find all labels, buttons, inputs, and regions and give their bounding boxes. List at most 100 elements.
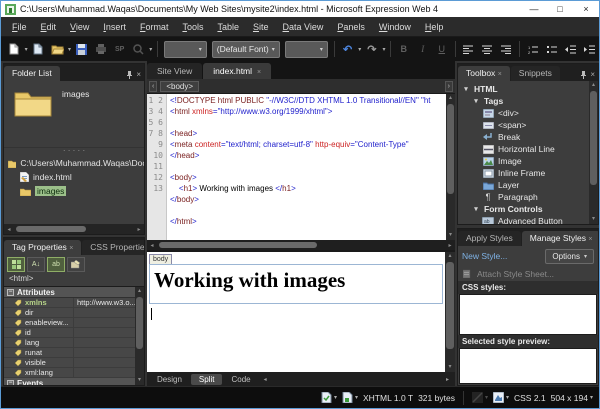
close-button[interactable]: × — [573, 1, 599, 17]
toolbox-group-tags[interactable]: ▾Tags — [458, 95, 598, 107]
view-tab-design[interactable]: Design — [149, 374, 190, 385]
toolbox-group-form-controls[interactable]: ▾Form Controls — [458, 203, 598, 215]
new-document-button[interactable] — [5, 40, 23, 58]
css-schema[interactable]: CSS 2.1 — [514, 393, 546, 403]
numbered-list-button[interactable]: 12 — [524, 40, 542, 58]
size-select[interactable]: ▾ — [285, 41, 328, 58]
design-view[interactable]: body Working with images ▴ ▾ — [147, 250, 455, 372]
menu-item-tools[interactable]: Tools — [175, 20, 210, 34]
redo-button[interactable]: ↷ — [363, 40, 381, 58]
toolbox-item-inline-frame[interactable]: Inline Frame — [458, 167, 598, 179]
outdent-button[interactable] — [562, 40, 580, 58]
scroll-up-icon[interactable]: ▴ — [448, 252, 451, 261]
options-button[interactable]: Options▾ — [545, 249, 594, 264]
align-left-button[interactable] — [459, 40, 477, 58]
tag-nav-right-icon[interactable]: › — [445, 81, 453, 92]
new-document-dropdown[interactable]: ▾ — [24, 40, 28, 58]
preview-browser-button[interactable] — [130, 40, 148, 58]
minimize-button[interactable]: — — [521, 1, 547, 17]
toolbox-group-html[interactable]: ▾HTML — [458, 83, 598, 95]
pin-icon[interactable] — [126, 71, 133, 79]
align-right-button[interactable] — [497, 40, 515, 58]
scroll-down-icon[interactable]: ▾ — [449, 231, 452, 240]
view-scroll-right-icon[interactable]: ▸ — [442, 376, 453, 383]
style-select[interactable]: ▾ — [164, 41, 207, 58]
toolbox-item-image[interactable]: Image — [458, 155, 598, 167]
view-tab-code[interactable]: Code — [223, 374, 258, 385]
code-view[interactable]: 1 2 3 4 5 6 7 8 9 10 11 12 13 <!DOCTYPE … — [147, 94, 455, 240]
redo-dropdown[interactable]: ▾ — [382, 40, 386, 58]
property-row[interactable]: dir — [4, 308, 144, 318]
folder-item-images[interactable]: images — [4, 184, 144, 198]
scroll-down-icon[interactable]: ▾ — [592, 215, 595, 224]
property-row[interactable]: xmlnshttp://www.w3.o... — [4, 298, 144, 308]
scroll-down-icon[interactable]: ▾ — [138, 376, 141, 385]
new-style-link[interactable]: New Style... — [462, 251, 507, 261]
h1-selection-box[interactable]: Working with images — [149, 264, 443, 304]
scroll-up-icon[interactable]: ▴ — [449, 94, 452, 103]
doctype-schema[interactable]: XHTML 1.0 T — [363, 393, 413, 403]
preview-browser-dropdown[interactable]: ▾ — [149, 40, 153, 58]
pin-icon[interactable] — [580, 71, 587, 79]
bold-button[interactable]: B — [395, 40, 413, 58]
scroll-down-icon[interactable]: ▾ — [448, 363, 451, 372]
close-tab-icon[interactable]: × — [257, 69, 261, 76]
show-set-properties-button[interactable]: ab — [47, 257, 65, 272]
undo-dropdown[interactable]: ▾ — [358, 40, 362, 58]
doc-tab-site-view[interactable]: Site View — [147, 63, 202, 79]
folder-list-tab[interactable]: Folder List — [4, 66, 60, 81]
menu-item-insert[interactable]: Insert — [96, 20, 133, 34]
close-panel-icon[interactable]: × — [136, 70, 141, 79]
undo-button[interactable]: ↶ — [339, 40, 357, 58]
collapse-icon[interactable]: − — [7, 289, 14, 296]
tag-properties-tab[interactable]: Tag Properties × — [4, 240, 81, 255]
tag-nav-left-icon[interactable]: ‹ — [149, 81, 157, 92]
code-text[interactable]: <!DOCTYPE html PUBLIC "-//W3C//DTD XHTML… — [167, 94, 455, 240]
menu-item-view[interactable]: View — [63, 20, 96, 34]
property-row[interactable]: visible — [4, 358, 144, 368]
menu-item-help[interactable]: Help — [418, 20, 451, 34]
code-vscrollbar[interactable]: ▴ ▾ — [446, 94, 455, 240]
view-tab-split[interactable]: Split — [191, 374, 223, 385]
collapse-icon[interactable]: − — [7, 380, 14, 386]
scroll-up-icon[interactable]: ▴ — [138, 287, 141, 296]
attach-style-sheet-button[interactable]: Attach Style Sheet... — [458, 266, 598, 281]
toolbox-vscrollbar[interactable]: ▴ ▾ — [589, 81, 598, 224]
open-folder-dropdown[interactable]: ▾ — [67, 40, 71, 58]
menu-item-window[interactable]: Window — [372, 20, 418, 34]
scroll-left-icon[interactable]: ◂ — [147, 242, 157, 249]
body-tag-chip[interactable]: <body> — [160, 81, 199, 92]
menu-item-edit[interactable]: Edit — [34, 20, 64, 34]
style-application-button[interactable]: ▾ — [493, 392, 509, 403]
section-header-events[interactable]: −Events — [4, 378, 144, 385]
toolbox-item-paragraph[interactable]: ¶Paragraph — [458, 191, 598, 203]
toolbox-item-span[interactable]: <span> — [458, 119, 598, 131]
edit-tag-button[interactable] — [67, 257, 85, 272]
print-button[interactable] — [92, 40, 110, 58]
menu-item-file[interactable]: File — [5, 20, 34, 34]
page-dimensions[interactable]: 504 x 194 ▾ — [551, 393, 593, 403]
panel-splitter[interactable]: · · · · · — [4, 147, 144, 156]
toolbox-item-layer[interactable]: Layer — [458, 179, 598, 191]
toolbox-tab[interactable]: Toolbox × — [458, 66, 510, 81]
css-compatibility-button[interactable]: ▾ — [342, 392, 358, 403]
menu-item-table[interactable]: Table — [210, 20, 246, 34]
superpreview-button[interactable]: SP — [111, 40, 129, 58]
snippets-tab[interactable]: Snippets — [511, 66, 560, 81]
css-properties-tab[interactable]: CSS Properties — [82, 240, 145, 255]
bullet-list-button[interactable] — [543, 40, 561, 58]
font-select[interactable]: (Default Font)▾ — [212, 41, 280, 58]
menu-item-data-view[interactable]: Data View — [276, 20, 331, 34]
tag-properties-vscrollbar[interactable]: ▴▾ — [135, 287, 144, 385]
folder-list-hscrollbar[interactable]: ◂ ▸ — [4, 224, 144, 234]
code-hscrollbar[interactable]: ◂ ▸ — [147, 240, 455, 250]
scroll-right-icon[interactable]: ▸ — [134, 226, 144, 233]
scroll-left-icon[interactable]: ◂ — [4, 226, 14, 233]
manage-styles-tab[interactable]: Manage Styles × — [522, 231, 599, 246]
toolbox-item-horizontal-line[interactable]: Horizontal Line — [458, 143, 598, 155]
property-row[interactable]: id — [4, 328, 144, 338]
underline-button[interactable]: U — [433, 40, 451, 58]
italic-button[interactable]: I — [414, 40, 432, 58]
scroll-right-icon[interactable]: ▸ — [445, 242, 455, 249]
toolbox-item-div[interactable]: <div> — [458, 107, 598, 119]
